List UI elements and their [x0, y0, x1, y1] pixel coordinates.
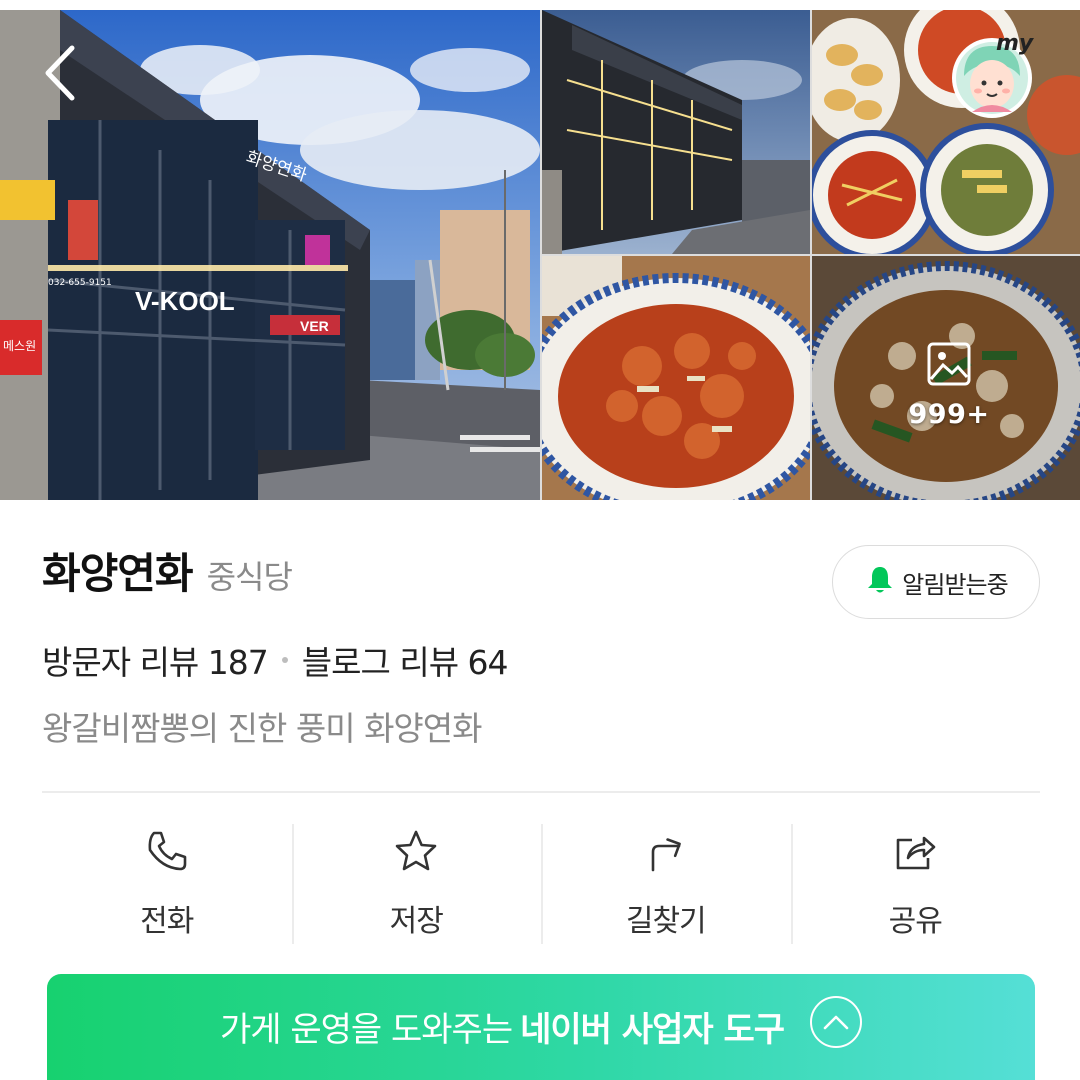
place-description: 왕갈비짬뽕의 진한 풍미 화양연화 [42, 709, 483, 748]
notification-toggle-button[interactable]: 알림받는중 [832, 545, 1040, 619]
chevron-left-icon [42, 44, 78, 106]
business-tools-banner[interactable]: 가게 운영을 도와주는 네이버 사업자 도구 [47, 974, 1035, 1080]
chevron-up-icon[interactable] [810, 996, 863, 1048]
share-icon [892, 828, 938, 878]
star-icon [393, 828, 439, 878]
place-name: 화양연화 [42, 549, 194, 598]
image-icon [926, 341, 972, 391]
action-bar: 전화 저장 길찾기 공유 [42, 820, 1040, 946]
notification-label: 알림받는중 [902, 570, 1008, 599]
action-label: 전화 [140, 904, 194, 939]
banner-bold-text: 네이버 사업자 도구 [520, 1010, 785, 1050]
divider [42, 791, 1040, 793]
tangsuyuk-photo[interactable] [542, 256, 810, 500]
action-label: 공유 [888, 904, 943, 939]
photo-count: 999+ [908, 398, 990, 430]
review-summary: 방문자 리뷰 187 블로그 리뷰 64 [42, 636, 509, 684]
visitor-review-link[interactable]: 방문자 리뷰 187 [42, 636, 269, 684]
bell-icon [864, 564, 896, 600]
blog-review-link[interactable]: 블로그 리뷰 64 [302, 636, 509, 684]
left-store-sign: 메스원 [3, 339, 36, 353]
banner-text: 가게 운영을 도와주는 네이버 사업자 도구 [219, 1010, 785, 1050]
my-profile-avatar[interactable]: my [948, 28, 1040, 120]
action-label: 길찾기 [625, 904, 707, 939]
photo-gallery: V-KOOL 화양연화 032-655-9151 VER 메스원 999+ [0, 10, 1080, 500]
more-photos-overlay[interactable]: 999+ [870, 330, 1028, 440]
svg-text:my: my [996, 31, 1035, 56]
save-button[interactable]: 저장 [291, 820, 542, 946]
status-bar-remnant [0, 0, 1080, 10]
storefront-phone-text: 032-655-9151 [48, 278, 112, 288]
right-store-sign: VER [300, 318, 329, 334]
action-label: 저장 [389, 904, 444, 939]
separator-dot [281, 657, 288, 663]
directions-icon [643, 828, 689, 878]
phone-icon [144, 828, 190, 878]
directions-button[interactable]: 길찾기 [541, 820, 791, 946]
share-button[interactable]: 공유 [790, 820, 1041, 946]
place-category: 중식당 [206, 558, 293, 596]
night-storefront-photo[interactable] [542, 10, 810, 254]
back-button[interactable] [30, 40, 90, 110]
call-button[interactable]: 전화 [42, 820, 292, 946]
storefront-sign-text: V-KOOL [135, 286, 235, 316]
